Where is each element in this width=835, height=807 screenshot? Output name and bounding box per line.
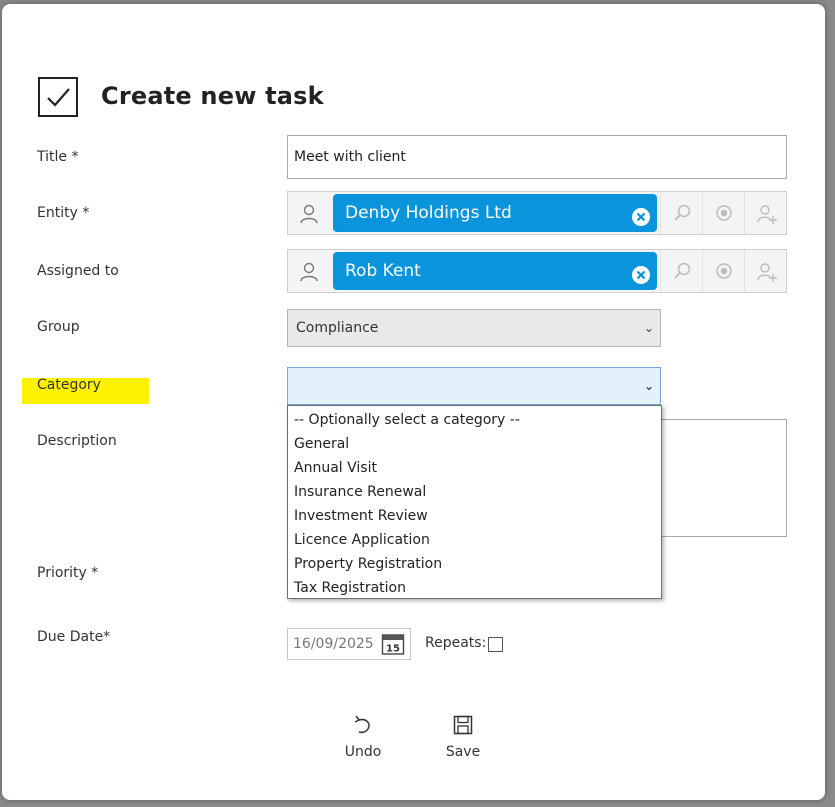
assignee-select-button[interactable] (702, 250, 744, 292)
save-icon (453, 715, 473, 735)
title-input[interactable] (287, 135, 787, 179)
page-title: Create new task (101, 82, 324, 110)
assigned-to-picker[interactable]: Rob Kent (287, 249, 787, 293)
person-icon (298, 261, 320, 287)
category-option[interactable]: Insurance Renewal (288, 480, 661, 504)
due-date-input[interactable]: 16/09/2025 15 (287, 628, 411, 660)
entity-search-button[interactable] (660, 192, 702, 234)
assigned-to-chip[interactable]: Rob Kent (333, 252, 657, 290)
chevron-down-icon: ⌄ (643, 321, 654, 335)
category-option[interactable]: Annual Visit (288, 456, 661, 480)
entity-chip-label: Denby Holdings Ltd (345, 203, 512, 223)
save-button[interactable]: Save (433, 714, 493, 760)
due-date-value: 16/09/2025 (293, 636, 374, 652)
repeats-label: Repeats: (425, 635, 487, 651)
entity-chip[interactable]: Denby Holdings Ltd (333, 194, 657, 232)
group-label: Group (37, 319, 80, 335)
category-dropdown: -- Optionally select a category -- Gener… (287, 405, 662, 599)
entity-picker[interactable]: Denby Holdings Ltd (287, 191, 787, 235)
category-option[interactable]: Tax Registration (288, 576, 661, 600)
description-label: Description (37, 433, 117, 449)
add-person-icon (757, 263, 777, 282)
assigned-to-chip-label: Rob Kent (345, 261, 421, 281)
search-icon (674, 204, 691, 221)
undo-label: Undo (344, 744, 382, 760)
add-person-icon (757, 205, 777, 224)
entity-add-button[interactable] (744, 192, 786, 234)
remove-entity-icon[interactable] (631, 203, 651, 226)
entity-label: Entity * (37, 205, 90, 221)
calendar-icon[interactable]: 15 (381, 632, 405, 656)
category-option[interactable]: Investment Review (288, 504, 661, 528)
category-label: Category (37, 377, 101, 393)
create-task-dialog: Create new task Title * Entity * Denby H… (2, 4, 825, 800)
category-select[interactable]: ⌄ (287, 367, 661, 405)
due-date-label: Due Date* (37, 629, 111, 645)
radio-target-icon (716, 263, 732, 279)
remove-assignee-icon[interactable] (631, 261, 651, 284)
group-select-value: Compliance (296, 320, 379, 336)
undo-icon (354, 715, 370, 734)
repeats-checkbox[interactable] (488, 637, 503, 652)
entity-select-button[interactable] (702, 192, 744, 234)
category-option[interactable]: General (288, 432, 661, 456)
person-icon (298, 203, 320, 229)
category-option[interactable]: Property Registration (288, 552, 661, 576)
search-icon (674, 262, 691, 279)
assigned-to-label: Assigned to (37, 263, 119, 279)
assignee-search-button[interactable] (660, 250, 702, 292)
priority-label: Priority * (37, 565, 99, 581)
radio-target-icon (716, 205, 732, 221)
assignee-add-button[interactable] (744, 250, 786, 292)
calendar-day: 15 (386, 644, 400, 655)
group-select[interactable]: Compliance ⌄ (287, 309, 661, 347)
category-option[interactable]: -- Optionally select a category -- (288, 408, 661, 432)
task-checkbox-icon (38, 77, 78, 117)
title-label: Title * (37, 149, 79, 165)
category-option[interactable]: Licence Application (288, 528, 661, 552)
undo-button[interactable]: Undo (333, 714, 393, 760)
chevron-down-icon: ⌄ (643, 379, 654, 393)
save-label: Save (445, 744, 481, 760)
